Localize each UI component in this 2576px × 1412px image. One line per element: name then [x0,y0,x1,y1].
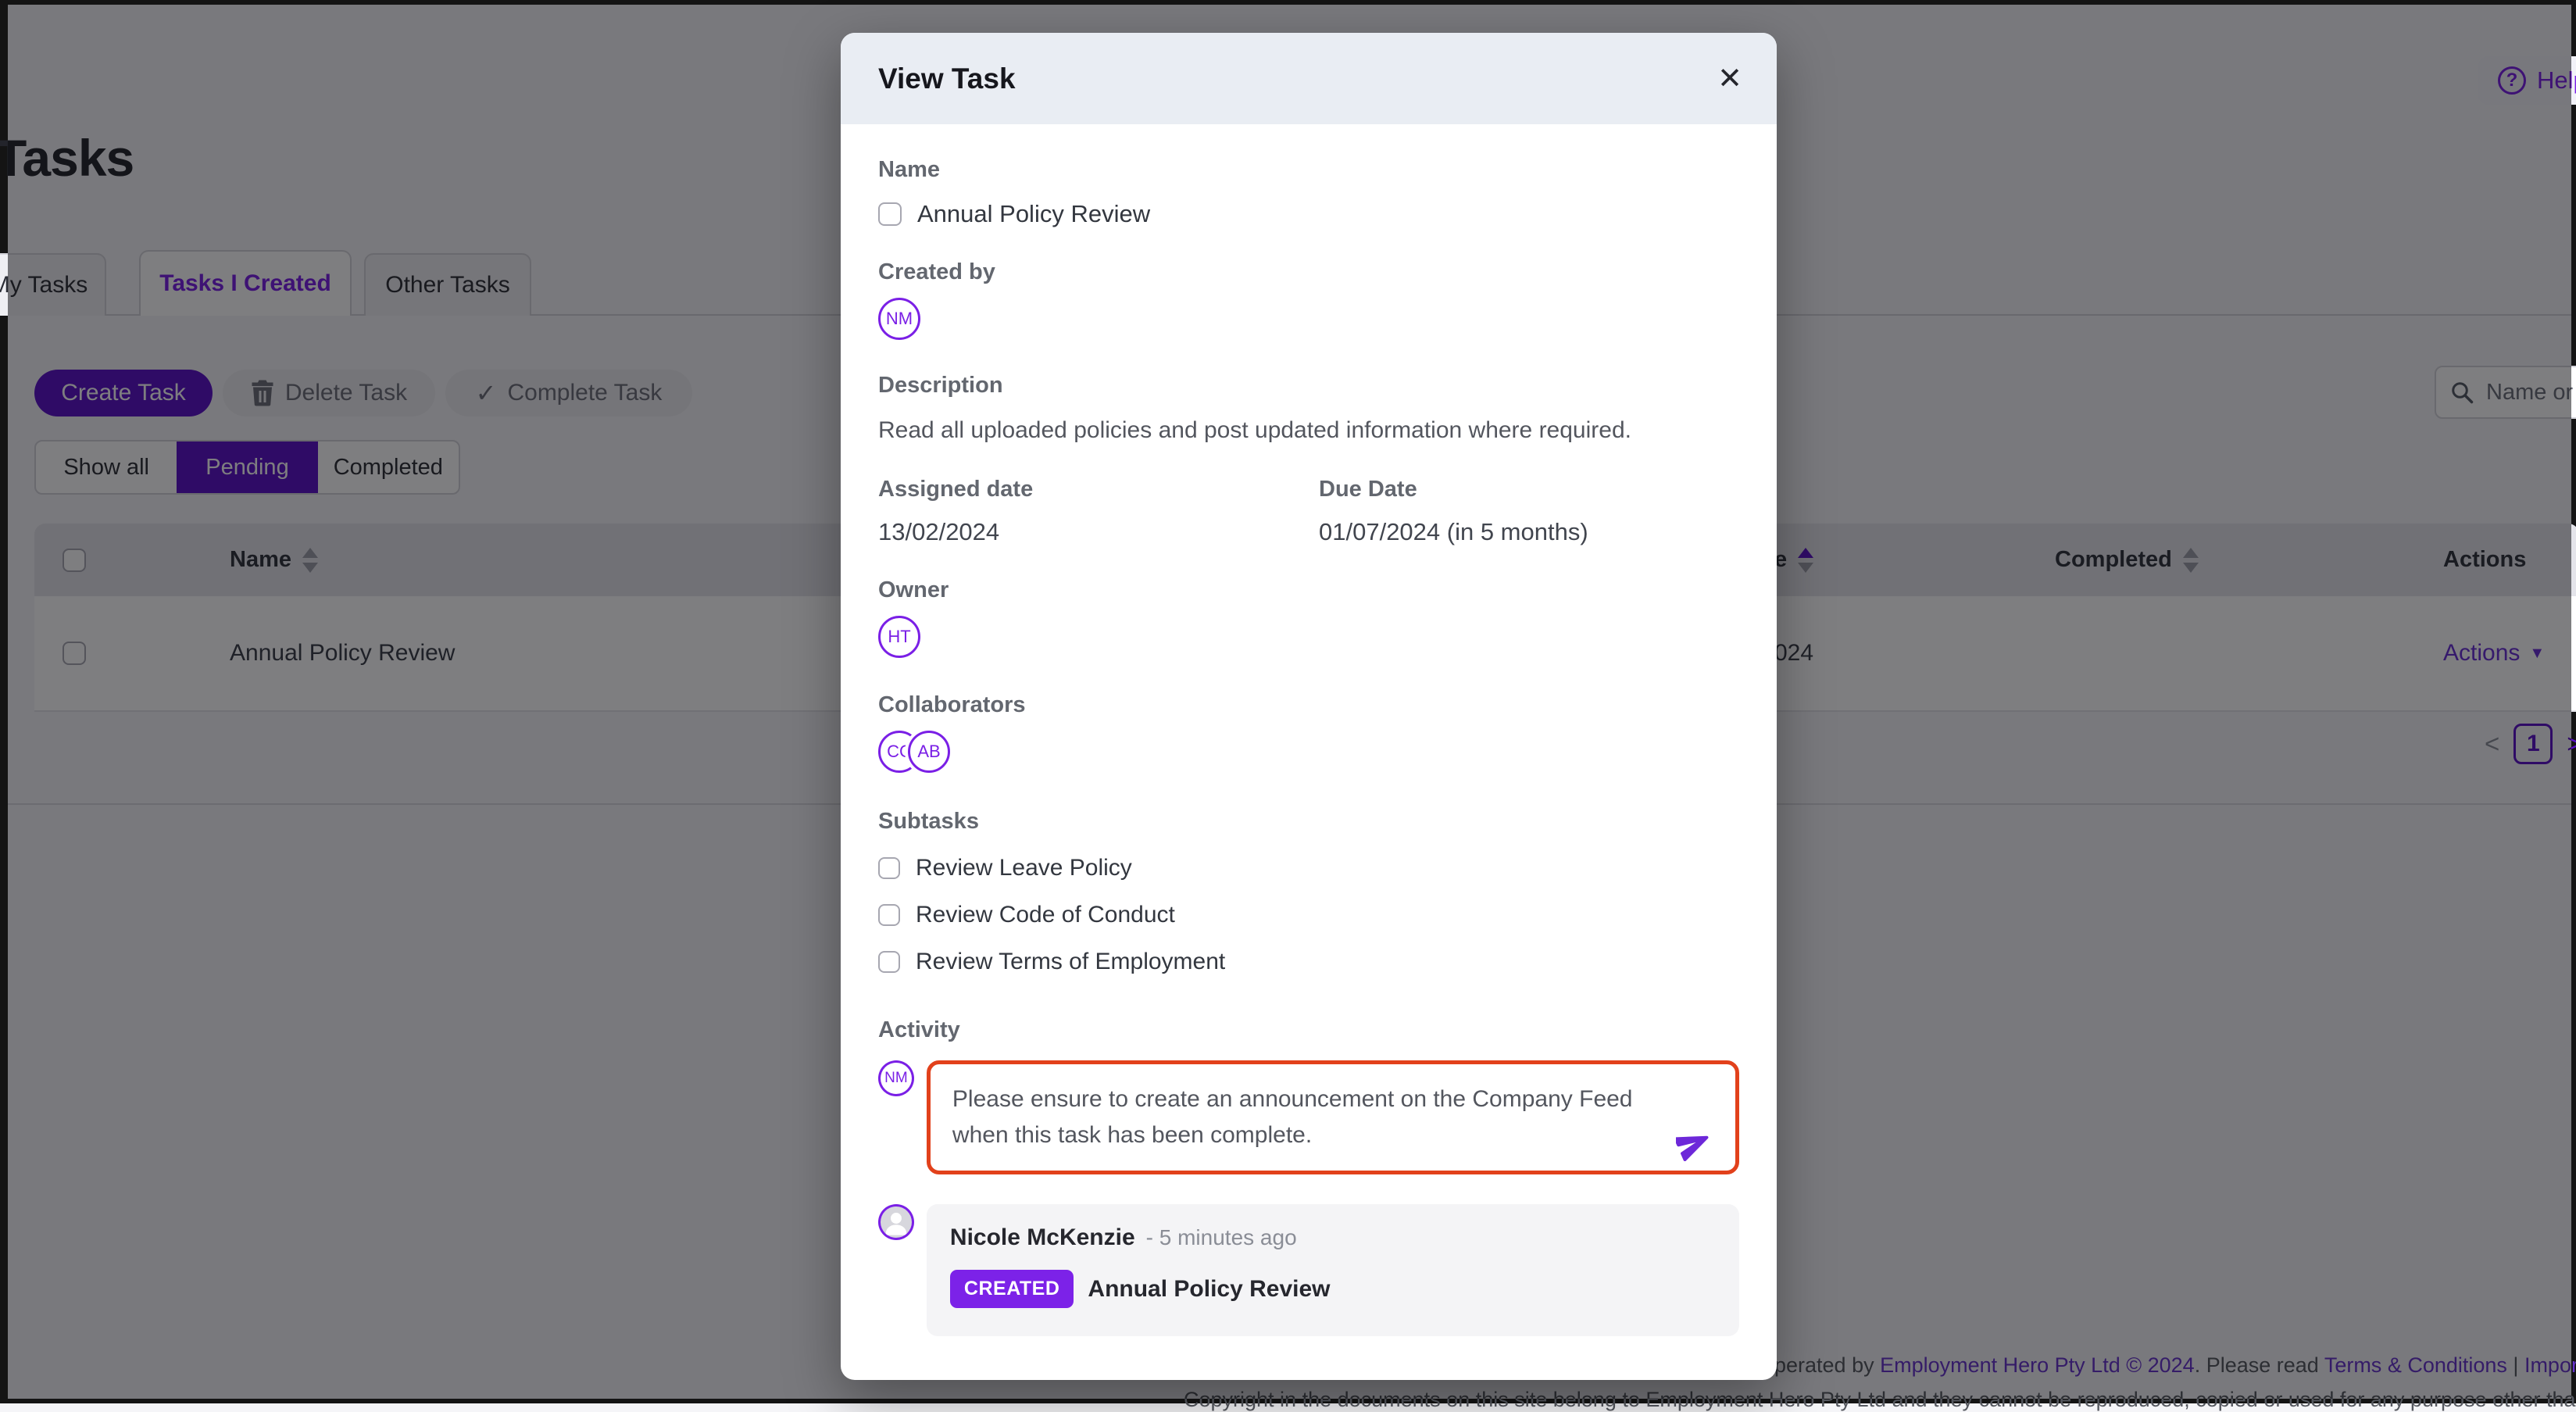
comment-text: Please ensure to create an announcement … [952,1086,1633,1148]
task-name-row: Annual Policy Review [878,200,1739,228]
due-date-label: Due Date [1319,477,1588,502]
subtasks-label: Subtasks [878,809,1739,835]
activity-timestamp: - 5 minutes ago [1146,1225,1297,1250]
created-by-label: Created by [878,259,1739,285]
send-icon[interactable] [1676,1125,1712,1161]
created-by-avatar[interactable]: NM [878,298,920,340]
modal-title: View Task [878,63,1016,95]
activity-task-name: Annual Policy Review [1088,1276,1330,1303]
subtask-checkbox[interactable] [878,951,900,973]
owner-avatar[interactable]: HT [878,616,920,658]
activity-author: Nicole McKenzie [950,1224,1135,1251]
collaborators-label: Collaborators [878,692,1739,718]
collaborator-avatar[interactable]: AB [908,731,950,773]
subtask-row: Review Code of Conduct [878,897,1739,933]
activity-log-entry: Nicole McKenzie - 5 minutes ago CREATED … [878,1204,1739,1336]
created-badge: CREATED [950,1270,1074,1308]
modal-body: Name Annual Policy Review Created by NM … [841,124,1777,1336]
comment-input[interactable]: Please ensure to create an announcement … [927,1060,1739,1174]
close-icon[interactable]: ✕ [1717,64,1742,94]
subtask-label: Review Terms of Employment [916,949,1225,975]
task-checkbox[interactable] [878,202,902,226]
description-label: Description [878,373,1739,399]
subtask-label: Review Code of Conduct [916,902,1175,928]
assigned-date-value: 13/02/2024 [878,518,1319,546]
due-date-value: 01/07/2024 (in 5 months) [1319,518,1588,546]
subtask-row: Review Terms of Employment [878,944,1739,980]
assigned-date-label: Assigned date [878,477,1319,502]
task-name: Annual Policy Review [917,200,1150,228]
name-label: Name [878,157,1739,183]
person-icon [881,1206,912,1238]
subtask-checkbox[interactable] [878,904,900,926]
owner-label: Owner [878,577,1739,603]
subtask-checkbox[interactable] [878,857,900,879]
activity-card: Nicole McKenzie - 5 minutes ago CREATED … [927,1204,1739,1336]
description-text: Read all uploaded policies and post upda… [878,417,1739,444]
subtask-row: Review Leave Policy [878,850,1739,886]
activity-author-avatar [878,1204,914,1240]
comment-author-avatar: NM [878,1060,914,1096]
subtask-label: Review Leave Policy [916,855,1132,881]
activity-label: Activity [878,1017,1739,1043]
modal-header: View Task ✕ [841,33,1777,124]
view-task-modal: View Task ✕ Name Annual Policy Review Cr… [841,33,1777,1380]
